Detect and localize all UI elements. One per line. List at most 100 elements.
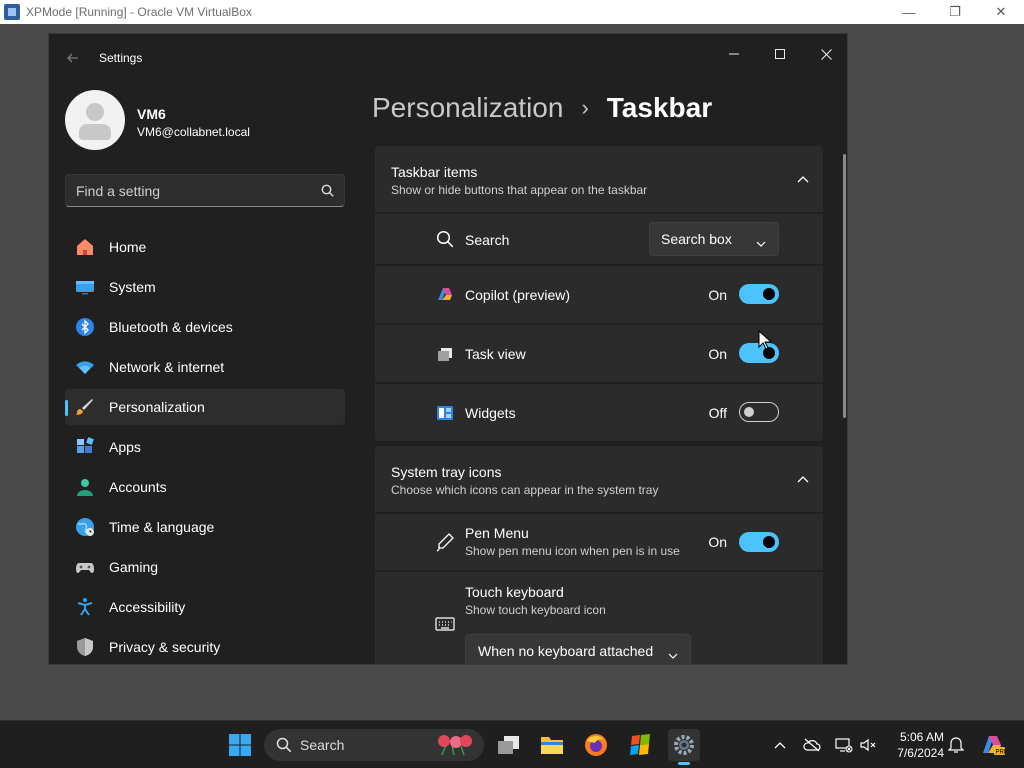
- section-title: System tray icons: [391, 464, 502, 480]
- settings-maximize-button[interactable]: [757, 38, 803, 70]
- network-icon: [75, 357, 95, 377]
- nav-label: System: [109, 279, 156, 295]
- nav-label: Accessibility: [109, 599, 186, 615]
- copilot-icon: [435, 285, 455, 305]
- copilot-toggle[interactable]: [739, 284, 779, 304]
- nav-item-accessibility[interactable]: Accessibility: [65, 589, 345, 625]
- search-icon: [435, 229, 455, 249]
- user-email: VM6@collabnet.local: [137, 125, 250, 139]
- volume-muted-icon[interactable]: [858, 735, 878, 755]
- notification-bell-icon[interactable]: [946, 735, 966, 755]
- user-avatar[interactable]: [65, 90, 125, 150]
- row-sublabel: Show touch keyboard icon: [465, 603, 606, 617]
- apps-icon: [75, 437, 95, 457]
- clock-date: 7/6/2024: [897, 746, 944, 760]
- cloud-offline-icon[interactable]: [802, 735, 822, 755]
- nav-item-bluetooth[interactable]: Bluetooth & devices: [65, 309, 345, 345]
- nav-item-accounts[interactable]: Accounts: [65, 469, 345, 505]
- nav-label: Accounts: [109, 479, 167, 495]
- widgets-toggle[interactable]: [739, 402, 779, 422]
- row-label: Touch keyboard: [465, 584, 564, 600]
- widgets-setting-row: Widgets Off: [375, 384, 823, 441]
- chevron-up-icon[interactable]: [770, 735, 790, 755]
- mouse-cursor-icon: [758, 329, 773, 355]
- content-scrollbar[interactable]: [843, 154, 846, 418]
- virtualbox-window-title: XPMode [Running] - Oracle VM VirtualBox: [26, 5, 252, 19]
- pen-menu-setting-row: Pen Menu Show pen menu icon when pen is …: [375, 514, 823, 570]
- firefox-icon[interactable]: [580, 729, 612, 761]
- row-label: Task view: [465, 346, 526, 362]
- nav-item-personalization[interactable]: Personalization: [65, 389, 345, 425]
- toggle-state-text: On: [708, 534, 727, 550]
- row-label: Copilot (preview): [465, 287, 571, 303]
- nav-item-network[interactable]: Network & internet: [65, 349, 345, 385]
- task-view-setting-row: Task view On: [375, 325, 823, 382]
- touch-keyboard-dropdown[interactable]: When no keyboard attached: [465, 634, 691, 664]
- nav-item-time-language[interactable]: Time & language: [65, 509, 345, 545]
- find-setting-input[interactable]: [66, 182, 306, 199]
- section-subtitle: Choose which icons can appear in the sys…: [391, 483, 659, 497]
- search-mode-dropdown[interactable]: Search box: [649, 222, 779, 256]
- shield-icon: [75, 637, 95, 657]
- nav-label: Gaming: [109, 559, 159, 575]
- settings-close-button[interactable]: [803, 38, 847, 70]
- nav-label: Home: [109, 239, 147, 255]
- dropdown-value: Search box: [661, 231, 732, 247]
- taskbar-items-header[interactable]: Taskbar items Show or hide buttons that …: [375, 146, 823, 212]
- row-label: Pen Menu: [465, 525, 529, 541]
- host-close-button[interactable]: ✕: [978, 0, 1024, 24]
- toggle-state-text: On: [708, 346, 727, 362]
- gamepad-icon: [75, 557, 95, 577]
- section-subtitle: Show or hide buttons that appear on the …: [391, 183, 648, 197]
- row-label: Widgets: [465, 405, 516, 421]
- host-restore-button[interactable]: ❐: [932, 0, 978, 24]
- flowers-highlight-icon: [434, 733, 474, 757]
- virtualbox-titlebar: XPMode [Running] - Oracle VM VirtualBox …: [0, 0, 1024, 24]
- find-setting-box[interactable]: [65, 174, 345, 207]
- nav-label: Apps: [109, 439, 141, 455]
- taskbar-clock[interactable]: 5:06 AM 7/6/2024: [888, 729, 944, 761]
- settings-gear-icon[interactable]: [668, 729, 700, 765]
- task-view-button[interactable]: [492, 729, 524, 761]
- chevron-up-icon[interactable]: [797, 470, 809, 488]
- nav-label: Privacy & security: [109, 639, 221, 655]
- pen-menu-toggle[interactable]: [739, 532, 779, 552]
- chevron-down-icon: [756, 235, 766, 251]
- nav-label: Personalization: [109, 399, 205, 415]
- nav-item-privacy-security[interactable]: Privacy & security: [65, 629, 345, 664]
- nav-item-gaming[interactable]: Gaming: [65, 549, 345, 585]
- section-title: Taskbar items: [391, 164, 478, 180]
- nav-item-home[interactable]: Home: [65, 229, 345, 265]
- nav-label: Network & internet: [109, 359, 225, 375]
- nav-item-apps[interactable]: Apps: [65, 429, 345, 465]
- settings-minimize-button[interactable]: [711, 38, 757, 70]
- taskbar-search-box[interactable]: Search: [264, 729, 484, 761]
- system-icon: [75, 277, 95, 297]
- nav-label: Bluetooth & devices: [109, 319, 233, 335]
- settings-titlebar: Settings: [49, 34, 847, 82]
- back-arrow-icon[interactable]: [65, 50, 81, 66]
- system-tray-icons-header[interactable]: System tray icons Choose which icons can…: [375, 446, 823, 512]
- search-icon: [276, 737, 292, 753]
- host-minimize-button[interactable]: —: [886, 0, 932, 24]
- copilot-icon[interactable]: PRE: [980, 733, 1006, 757]
- virtualbox-app-icon: [4, 4, 20, 20]
- file-explorer-icon[interactable]: [536, 729, 568, 761]
- breadcrumb-parent[interactable]: Personalization: [372, 92, 563, 124]
- pen-icon: [435, 532, 455, 552]
- task-view-icon: [435, 344, 455, 364]
- taskbar-settings-content: Taskbar items Show or hide buttons that …: [375, 146, 823, 664]
- breadcrumb-separator-icon: ›: [581, 95, 589, 120]
- row-label: Search: [465, 232, 510, 248]
- network-disconnected-icon[interactable]: [834, 735, 854, 755]
- toggle-state-text: Off: [708, 405, 727, 421]
- xp-mode-icon[interactable]: [624, 729, 656, 761]
- search-icon[interactable]: [321, 184, 334, 202]
- chevron-up-icon[interactable]: [797, 170, 809, 188]
- start-button[interactable]: [224, 729, 256, 761]
- toggle-state-text: On: [708, 287, 727, 303]
- brush-icon: [75, 397, 95, 417]
- copilot-setting-row: Copilot (preview) On: [375, 266, 823, 323]
- settings-nav: Home System Bluetooth & devices Network …: [65, 229, 345, 664]
- nav-item-system[interactable]: System: [65, 269, 345, 305]
